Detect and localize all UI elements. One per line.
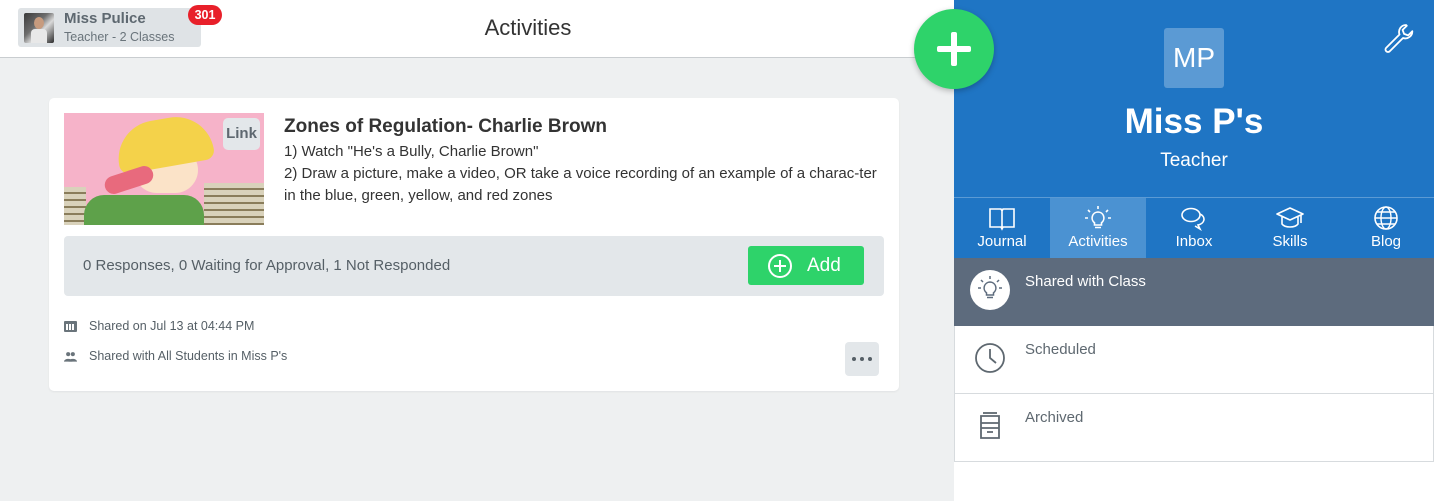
activity-thumbnail[interactable]: Link [64, 113, 264, 225]
tab-label: Journal [977, 233, 1027, 250]
lightbulb-icon [1085, 206, 1111, 229]
chat-bubbles-icon [1181, 207, 1205, 231]
calendar-icon [64, 321, 77, 332]
profile-role: Teacher [1160, 150, 1228, 171]
more-options-button[interactable] [845, 342, 879, 376]
link-badge: Link [223, 118, 260, 150]
filter-label: Archived [1025, 409, 1084, 426]
panel-nav: Journal Activities Inbox Skills Blog [954, 197, 1434, 258]
activity-card: Link Zones of Regulation- Charlie Brown … [49, 98, 899, 391]
add-response-label: Add [807, 255, 841, 276]
shared-audience-text: Shared with All Students in Miss P's [89, 349, 288, 363]
profile-name: Miss P's [1124, 102, 1264, 141]
filter-label: Scheduled [1025, 341, 1096, 358]
tab-skills[interactable]: Skills [1242, 198, 1338, 258]
add-response-button[interactable]: Add [748, 246, 864, 285]
users-icon [64, 352, 77, 362]
filter-scheduled[interactable]: Scheduled [954, 326, 1434, 394]
filter-shared-with-class[interactable]: Shared with Class [954, 258, 1434, 326]
activity-title: Zones of Regulation- Charlie Brown [284, 116, 608, 137]
lightbulb-icon [970, 270, 1010, 310]
profile-header: MP Miss P's Teacher [954, 0, 1434, 197]
tab-blog[interactable]: Blog [1338, 198, 1434, 258]
archive-box-icon [980, 412, 1000, 439]
avatar: MP [1164, 28, 1224, 88]
book-icon [989, 208, 1015, 231]
tab-inbox[interactable]: Inbox [1146, 198, 1242, 258]
plus-circle-icon [768, 254, 792, 278]
top-bar: Miss Pulice Teacher - 2 Classes 301 Acti… [0, 0, 954, 58]
activity-description-line: 2) Draw a picture, make a video, OR take… [284, 165, 877, 204]
tab-journal[interactable]: Journal [954, 198, 1050, 258]
graduation-cap-icon [1276, 207, 1304, 228]
clock-icon [975, 343, 1005, 373]
tab-activities[interactable]: Activities [1050, 198, 1146, 258]
filter-archived[interactable]: Archived [954, 394, 1434, 462]
add-activity-button[interactable] [914, 9, 994, 89]
ellipsis-icon [852, 357, 856, 361]
tab-label: Skills [1272, 233, 1308, 250]
shared-date-text: Shared on Jul 13 at 04:44 PM [89, 319, 255, 333]
activity-description-line: 1) Watch "He's a Bully, Charlie Brown" [284, 143, 539, 160]
tab-label: Blog [1370, 233, 1402, 250]
activity-description: 1) Watch "He's a Bully, Charlie Brown" 2… [284, 141, 884, 207]
tab-label: Inbox [1175, 233, 1213, 250]
filter-label: Shared with Class [1025, 273, 1146, 290]
page-title: Activities [484, 15, 572, 40]
tab-label: Activities [1068, 233, 1128, 250]
response-counts: 0 Responses, 0 Waiting for Approval, 1 N… [83, 257, 451, 274]
globe-icon [1374, 206, 1398, 230]
class-panel: MP Miss P's Teacher Journal Activities I… [954, 0, 1434, 501]
wrench-icon[interactable] [1382, 22, 1414, 54]
response-summary: 0 Responses, 0 Waiting for Approval, 1 N… [64, 236, 884, 296]
